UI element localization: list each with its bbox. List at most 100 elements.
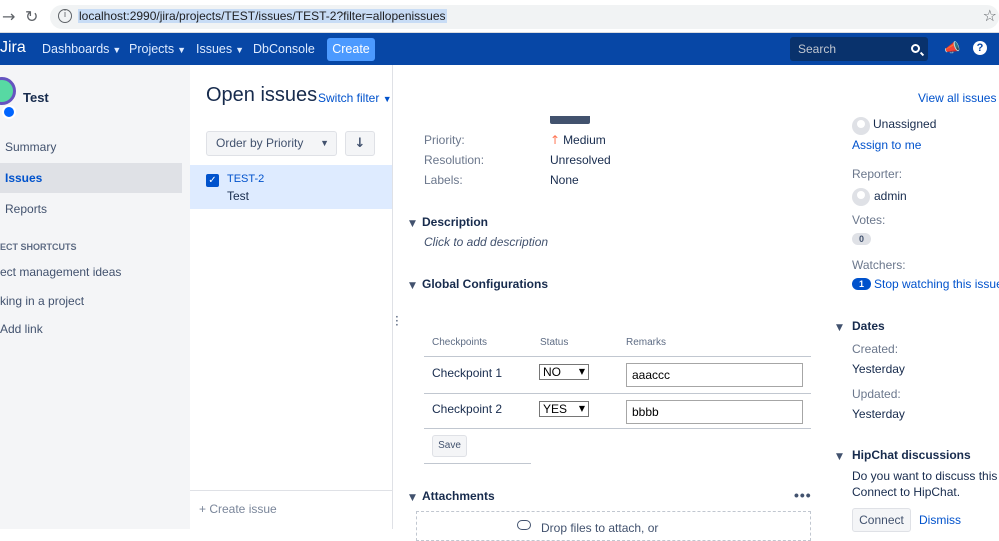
sidebar-item-issues[interactable]: Issues [0,163,182,193]
dashboards-menu[interactable]: Dashboards ▼ [42,42,121,56]
create-issue-link[interactable]: + Create issue [199,502,277,516]
chevron-down-icon: ▼ [836,452,843,462]
order-by-label: Order by Priority [216,136,304,150]
back-arrow-icon[interactable]: → [2,7,15,26]
order-by-dropdown[interactable]: Order by Priority ▼ [206,131,337,156]
connect-button[interactable]: Connect [852,508,911,532]
chevron-down-icon: ▼ [320,138,329,148]
dbconsole-link[interactable]: DbConsole [253,42,315,56]
sort-direction-button[interactable]: ↓ [345,131,375,156]
dropdown-arrow-icon: ▼ [578,367,585,376]
column-header: Checkpoints [432,337,488,348]
reporter-avatar [852,188,870,206]
address-bar[interactable]: i localhost:2990/jira/projects/TEST/issu… [50,5,999,29]
project-avatar[interactable] [0,77,16,105]
votes-label: Votes: [852,213,886,227]
shortcuts-heading: ECT SHORTCUTS [0,242,77,252]
reporter-label: Reporter: [852,167,903,181]
column-header: Remarks [626,337,667,348]
votes-count-badge[interactable]: 0 [852,233,871,245]
description-heading[interactable]: ▼ Description [409,215,488,229]
browser-toolbar: → ↻ i localhost:2990/jira/projects/TEST/… [0,0,999,33]
labels-value[interactable]: None [550,173,579,187]
resolution-value: Unresolved [550,153,611,167]
priority-medium-icon: ↑ [550,133,561,147]
column-header: Status [540,337,569,348]
url-text[interactable]: localhost:2990/jira/projects/TEST/issues… [78,9,447,23]
attachment-dropzone[interactable]: Drop files to attach, or [416,511,811,541]
table-row: Checkpoint 2 YES ▼ bbbb [424,393,811,429]
search-icon[interactable] [911,44,920,53]
info-icon[interactable]: i [58,9,72,23]
priority-label: Priority: [424,133,465,147]
projects-menu[interactable]: Projects ▼ [129,42,186,56]
reporter-value[interactable]: admin [874,189,907,203]
assignee-avatar [852,117,870,135]
chevron-down-icon: ▼ [112,45,122,55]
table-row: Checkpoint 1 NO ▼ aaaccc [424,356,811,393]
shortcut-link[interactable]: ect management ideas [0,265,121,279]
checkpoint-name: Checkpoint 2 [432,402,503,416]
updated-label: Updated: [852,387,901,401]
sidebar-item-summary[interactable]: Summary [0,132,182,162]
add-link[interactable]: Add link [0,322,43,336]
chevron-down-icon: ▼ [409,281,416,291]
status-select[interactable]: YES ▼ [539,401,589,417]
reload-icon[interactable]: ↻ [25,7,38,26]
hipchat-heading[interactable]: ▼ HipChat discussions [836,448,971,462]
dropdown-arrow-icon: ▼ [578,404,585,413]
help-icon[interactable]: ? [973,41,987,55]
search-input[interactable]: Search [790,37,928,61]
megaphone-icon[interactable]: 📣 [944,41,960,56]
bookmark-star-icon[interactable]: ☆ [983,6,997,25]
issue-key[interactable]: TEST-2 [227,173,264,185]
divider [424,463,531,464]
checkpoint-name: Checkpoint 1 [432,366,503,380]
chevron-down-icon: ▼ [836,323,843,333]
project-sidebar: Test Summary Issues Reports ECT SHORTCUT… [0,65,190,529]
watchers-label: Watchers: [852,258,906,272]
avatar-badge-icon [2,105,16,119]
partial-field-value [550,116,590,124]
project-name[interactable]: Test [23,90,49,105]
jira-logo[interactable]: Jira [0,39,26,57]
chevron-down-icon: ▼ [382,94,392,104]
assign-to-me-link[interactable]: Assign to me [852,138,921,152]
issue-summary: Test [227,189,250,203]
view-all-issues-link[interactable]: View all issues ar [918,91,999,105]
issue-list-item[interactable]: ✓ TEST-2 Test [190,165,392,209]
dates-heading[interactable]: ▼ Dates [836,319,885,333]
stop-watching-link[interactable]: Stop watching this issue [874,277,999,291]
remarks-input[interactable]: aaaccc [626,363,803,387]
top-navigation: Jira Dashboards ▼ Projects ▼ Issues ▼ DbCon… [0,33,999,65]
resize-handle-icon[interactable]: · · · [395,311,399,331]
issues-menu[interactable]: Issues ▼ [196,42,244,56]
checkbox-icon: ✓ [206,174,219,187]
chevron-down-icon: ▼ [177,45,187,55]
chevron-down-icon: ▼ [409,493,416,503]
assignee-value[interactable]: Unassigned [873,117,936,131]
priority-value[interactable]: ↑ Medium [550,133,606,147]
resolution-label: Resolution: [424,153,485,167]
shortcut-link[interactable]: king in a project [0,294,84,308]
save-button[interactable]: Save [432,435,467,457]
global-configurations-heading[interactable]: ▼ Global Configurations [409,277,548,291]
list-footer: + Create issue [190,490,392,529]
status-select[interactable]: NO ▼ [539,364,589,380]
chevron-down-icon: ▼ [409,219,416,229]
create-button[interactable]: Create [327,38,375,61]
more-options-icon[interactable]: ••• [794,487,812,503]
hipchat-prompt: Do you want to discuss this is [852,469,999,483]
updated-value: Yesterday [852,407,905,421]
watchers-count-badge[interactable]: 1 [852,278,871,290]
created-label: Created: [852,342,899,356]
dropzone-text: Drop files to attach, or [541,521,659,535]
remarks-input[interactable]: bbbb [626,400,803,424]
labels-label: Labels: [424,173,463,187]
switch-filter-button[interactable]: Switch filter ▼ [318,91,392,105]
attachments-heading[interactable]: ▼ Attachments [409,489,495,503]
sidebar-item-reports[interactable]: Reports [0,194,182,224]
dismiss-link[interactable]: Dismiss [919,513,961,527]
description-placeholder[interactable]: Click to add description [424,235,548,249]
hipchat-connect-text: Connect to HipChat. [852,485,961,499]
